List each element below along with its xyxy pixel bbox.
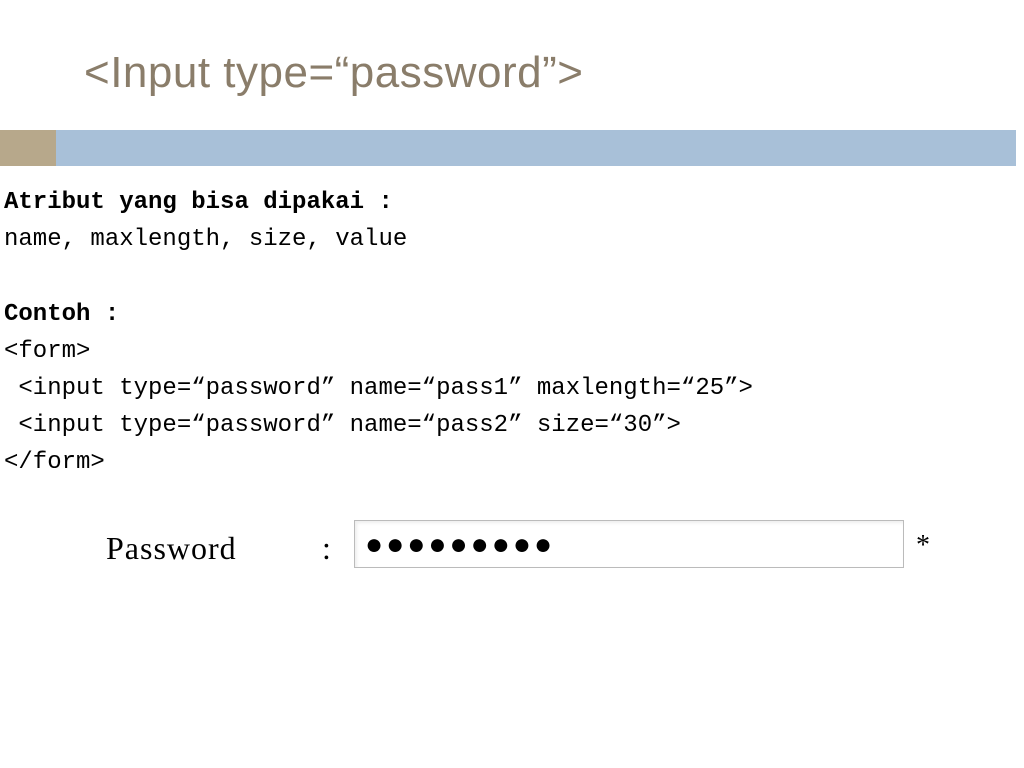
code-line-2: <input type=“password” name=“pass1” maxl… xyxy=(4,375,753,402)
code-line-4: </form> xyxy=(4,449,105,476)
required-mark: * xyxy=(916,530,930,562)
code-line-1: <form> xyxy=(4,338,90,365)
password-input[interactable]: ●●●●●●●●● xyxy=(354,520,904,568)
accent-bar xyxy=(0,130,1024,170)
password-masked-value: ●●●●●●●●● xyxy=(365,528,555,561)
attributes-heading: Atribut yang bisa dipakai : xyxy=(4,189,393,216)
accent-bar-left xyxy=(0,130,56,166)
slide-body: Atribut yang bisa dipakai : name, maxlen… xyxy=(4,184,1004,482)
password-colon: : xyxy=(322,530,331,567)
slide: <Input type=“password”> Atribut yang bis… xyxy=(0,0,1024,768)
slide-title: <Input type=“password”> xyxy=(84,48,583,98)
code-line-3: <input type=“password” name=“pass2” size… xyxy=(4,412,681,439)
example-heading: Contoh : xyxy=(4,301,119,328)
password-label: Password xyxy=(106,530,237,567)
accent-bar-right xyxy=(56,130,1016,166)
attributes-list: name, maxlength, size, value xyxy=(4,226,407,253)
rendered-example: Password : ●●●●●●●●● * xyxy=(106,520,926,580)
